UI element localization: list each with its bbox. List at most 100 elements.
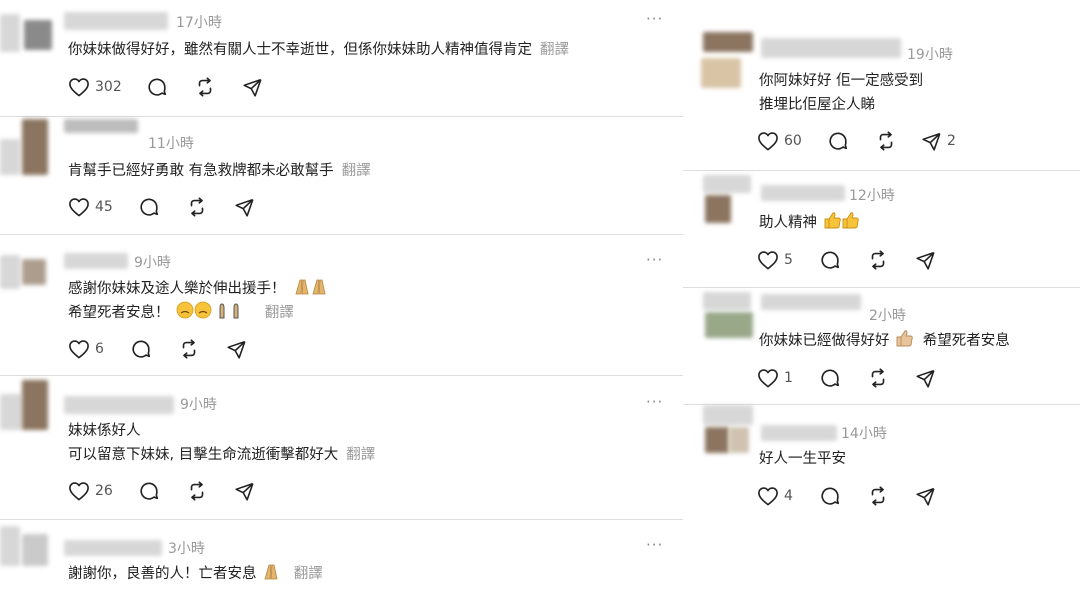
translate-link[interactable]: 翻譯 bbox=[294, 566, 323, 582]
username[interactable] bbox=[64, 253, 128, 269]
send-icon bbox=[916, 487, 935, 506]
translate-link[interactable]: 翻譯 bbox=[540, 42, 569, 58]
avatar[interactable] bbox=[0, 14, 20, 52]
timestamp: 3小時 bbox=[168, 541, 205, 557]
share-button[interactable] bbox=[915, 248, 936, 272]
avatar[interactable] bbox=[703, 32, 753, 52]
send-icon bbox=[235, 482, 254, 501]
repost-button[interactable] bbox=[186, 195, 208, 219]
send-icon bbox=[916, 369, 935, 388]
username[interactable] bbox=[761, 185, 845, 201]
repost-icon bbox=[871, 250, 885, 270]
avatar[interactable] bbox=[703, 175, 751, 193]
comment-text: 你妹妹做得好好，雖然有關人士不幸逝世，但係你妹妹助人精神值得肯定 翻譯 bbox=[68, 42, 569, 58]
avatar[interactable] bbox=[729, 427, 749, 453]
share-button[interactable] bbox=[915, 366, 936, 390]
like-button[interactable]: 6 bbox=[68, 337, 104, 361]
comment-card: 14小時 好人一生平安 4 bbox=[683, 405, 1080, 589]
heart-icon bbox=[758, 369, 778, 388]
reply-button[interactable] bbox=[138, 479, 160, 503]
share-button[interactable] bbox=[915, 484, 936, 508]
send-icon bbox=[243, 78, 262, 97]
comment-text: 你妹妹已經做得好好 希望死者安息 bbox=[759, 329, 1010, 350]
username[interactable] bbox=[761, 425, 837, 441]
repost-button[interactable] bbox=[186, 479, 208, 503]
share-button[interactable] bbox=[226, 337, 247, 361]
reply-button[interactable] bbox=[130, 337, 152, 361]
reply-button[interactable] bbox=[819, 366, 841, 390]
repost-button[interactable] bbox=[867, 248, 889, 272]
repost-button[interactable] bbox=[867, 366, 889, 390]
like-button[interactable]: 26 bbox=[68, 479, 113, 503]
share-button[interactable]: 2 bbox=[921, 129, 956, 153]
comment-card: 2小時 你妹妹已經做得好好 希望死者安息 1 bbox=[683, 288, 1080, 405]
send-icon bbox=[227, 340, 246, 359]
username[interactable] bbox=[64, 396, 174, 414]
timestamp: 2小時 bbox=[869, 308, 906, 324]
avatar[interactable] bbox=[705, 427, 729, 453]
translate-link[interactable]: 翻譯 bbox=[265, 305, 294, 321]
avatar[interactable] bbox=[701, 58, 741, 88]
thumbs-up-icon bbox=[896, 330, 913, 347]
avatar[interactable] bbox=[705, 195, 731, 223]
like-count: 60 bbox=[784, 133, 802, 149]
reply-button[interactable] bbox=[819, 484, 841, 508]
repost-button[interactable] bbox=[178, 337, 200, 361]
like-button[interactable]: 302 bbox=[68, 75, 122, 99]
avatar[interactable] bbox=[705, 312, 753, 338]
avatar[interactable] bbox=[703, 292, 751, 310]
repost-icon bbox=[190, 197, 204, 217]
avatar[interactable] bbox=[22, 259, 46, 285]
avatar[interactable] bbox=[22, 534, 48, 566]
avatar[interactable] bbox=[24, 20, 52, 50]
like-count: 26 bbox=[95, 483, 113, 499]
avatar[interactable] bbox=[0, 526, 20, 566]
avatar[interactable] bbox=[0, 394, 22, 430]
more-options-icon[interactable]: ··· bbox=[646, 251, 663, 269]
reply-button[interactable] bbox=[146, 75, 168, 99]
avatar[interactable] bbox=[22, 380, 48, 430]
avatar[interactable] bbox=[703, 405, 753, 425]
avatar[interactable] bbox=[0, 255, 20, 289]
action-bar: 4 bbox=[757, 484, 957, 508]
more-options-icon[interactable]: ··· bbox=[646, 393, 663, 411]
share-button[interactable] bbox=[234, 195, 255, 219]
reply-button[interactable] bbox=[827, 129, 849, 153]
like-button[interactable]: 5 bbox=[757, 248, 793, 272]
send-icon bbox=[916, 251, 935, 270]
username[interactable] bbox=[761, 38, 901, 58]
like-count: 302 bbox=[95, 79, 122, 95]
avatar[interactable] bbox=[22, 119, 48, 175]
like-button[interactable]: 1 bbox=[757, 366, 793, 390]
repost-button[interactable] bbox=[867, 484, 889, 508]
comment-text: 推埋比佢屋企人睇 bbox=[759, 97, 875, 113]
like-button[interactable]: 60 bbox=[757, 129, 802, 153]
heart-icon bbox=[758, 132, 778, 151]
share-button[interactable] bbox=[242, 75, 263, 99]
like-button[interactable]: 4 bbox=[757, 484, 793, 508]
reply-button[interactable] bbox=[138, 195, 160, 219]
comment-text: 希望死者安息！ 翻譯 bbox=[68, 301, 294, 322]
username[interactable] bbox=[64, 12, 168, 30]
share-button[interactable] bbox=[234, 479, 255, 503]
username[interactable] bbox=[64, 119, 138, 133]
translate-link[interactable]: 翻譯 bbox=[342, 163, 371, 179]
username[interactable] bbox=[761, 294, 861, 310]
timestamp: 19小時 bbox=[907, 47, 953, 63]
timestamp: 17小時 bbox=[176, 15, 222, 31]
repost-button[interactable] bbox=[194, 75, 216, 99]
username[interactable] bbox=[64, 540, 162, 556]
like-count: 6 bbox=[95, 341, 104, 357]
avatar[interactable] bbox=[0, 139, 20, 175]
repost-button[interactable] bbox=[875, 129, 897, 153]
heart-icon bbox=[69, 198, 89, 217]
more-options-icon[interactable]: ··· bbox=[646, 10, 663, 28]
like-button[interactable]: 45 bbox=[68, 195, 113, 219]
comment-card: 11小時 肯幫手已經好勇敢 有急救牌都未必敢幫手 翻譯 45 bbox=[0, 117, 691, 235]
repost-icon bbox=[182, 339, 196, 359]
translate-link[interactable]: 翻譯 bbox=[346, 447, 375, 463]
heart-icon bbox=[69, 340, 89, 359]
comment-card: 9小時 ··· 妹妹係好人 可以留意下妹妹, 目擊生命流逝衝擊都好大 翻譯 26 bbox=[0, 376, 691, 520]
reply-button[interactable] bbox=[819, 248, 841, 272]
more-options-icon[interactable]: ··· bbox=[646, 536, 663, 554]
